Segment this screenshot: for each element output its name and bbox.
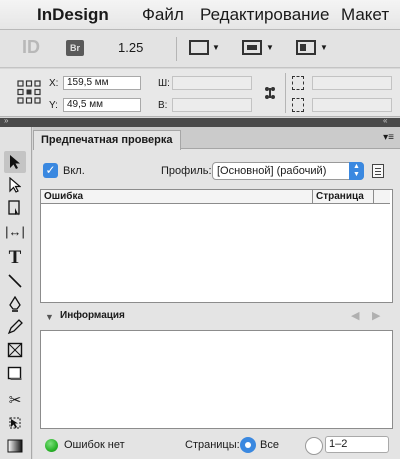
panel-menu-icon[interactable]: ▾≡: [383, 132, 394, 143]
divider: [285, 73, 286, 113]
line-tool-icon[interactable]: [4, 270, 26, 292]
preflight-panel: Предпечатная проверка ▾≡ ✓ Вкл. Профиль:…: [33, 127, 400, 459]
screen-mode-icon[interactable]: [242, 40, 262, 55]
scissors-tool-icon[interactable]: ✂: [4, 389, 26, 411]
x-label: X:: [49, 78, 59, 89]
app-menu[interactable]: InDesign: [37, 5, 109, 25]
info-box: [40, 330, 393, 429]
selection-tool-icon[interactable]: [4, 151, 26, 173]
next-arrow-icon[interactable]: ▶: [372, 309, 380, 322]
chevron-down-icon[interactable]: ▼: [212, 43, 220, 52]
tab-preflight[interactable]: Предпечатная проверка: [33, 130, 181, 150]
menu-edit[interactable]: Редактирование: [200, 5, 330, 25]
panel-tab-bar: Предпечатная проверка ▾≡: [33, 127, 400, 150]
define-profiles-icon[interactable]: [372, 164, 384, 178]
select-arrows-icon: ▲ ▼: [349, 162, 364, 180]
column-page[interactable]: Страница: [316, 191, 364, 202]
scale-x-icon: [292, 76, 304, 90]
pages-range-radio[interactable]: [305, 437, 323, 455]
status-text: Ошибок нет: [64, 439, 125, 451]
scale-y-field[interactable]: [312, 98, 392, 112]
collapse-arrows-icon[interactable]: »: [4, 116, 8, 125]
y-label: Y:: [49, 100, 58, 111]
constrain-proportions-icon[interactable]: [263, 86, 277, 100]
profile-select-value: [Основной] (рабочий): [217, 165, 327, 177]
scale-x-field[interactable]: [312, 76, 392, 90]
indesign-logo-icon: ID: [22, 37, 40, 57]
menu-bar: InDesign Файл Редактирование Макет: [0, 0, 400, 30]
profile-label: Профиль:: [161, 165, 212, 177]
height-field[interactable]: [172, 98, 252, 112]
width-label: Ш:: [158, 78, 170, 89]
x-field[interactable]: 159,5 мм: [63, 76, 141, 90]
reference-point-icon[interactable]: [17, 80, 41, 104]
chevron-down-icon[interactable]: ▼: [320, 43, 328, 52]
chevron-down-icon[interactable]: ▼: [266, 43, 274, 52]
height-label: В:: [158, 100, 168, 111]
width-field[interactable]: [172, 76, 252, 90]
enable-checkbox[interactable]: ✓: [43, 163, 58, 178]
pages-all-label: Все: [260, 439, 279, 451]
rectangle-tool-icon[interactable]: [4, 362, 26, 384]
disclosure-triangle-icon[interactable]: ▼: [45, 312, 54, 322]
gradient-swatch-tool-icon[interactable]: [4, 435, 26, 457]
view-options-icon[interactable]: [189, 40, 209, 55]
status-indicator-icon: [45, 439, 58, 452]
direct-selection-tool-icon[interactable]: [4, 174, 26, 196]
scale-y-icon: [292, 98, 304, 112]
collapse-arrows-icon[interactable]: «: [383, 116, 387, 125]
error-list[interactable]: Ошибка Страница: [40, 189, 393, 303]
enable-label: Вкл.: [63, 165, 85, 177]
y-field[interactable]: 49,5 мм: [63, 98, 141, 112]
column-divider: [312, 190, 313, 204]
control-panel: X: 159,5 мм Y: 49,5 мм Ш: В:: [0, 69, 400, 117]
pages-range-field[interactable]: 1–2: [325, 436, 389, 453]
application-bar: ID Br 1.25 ▼ ▼ ▼: [0, 30, 400, 68]
gap-tool-icon[interactable]: |↔|: [4, 220, 26, 242]
arrange-documents-icon[interactable]: [296, 40, 316, 55]
page-tool-icon[interactable]: [4, 197, 26, 219]
column-error[interactable]: Ошибка: [44, 191, 83, 202]
menu-file[interactable]: Файл: [142, 5, 184, 25]
free-transform-tool-icon[interactable]: [4, 412, 26, 434]
tools-panel: |↔| T ✂: [0, 127, 32, 459]
pages-label: Страницы:: [185, 439, 240, 451]
previous-arrow-icon[interactable]: ◀: [351, 309, 359, 322]
zoom-level[interactable]: 1.25: [118, 40, 143, 55]
profile-select[interactable]: [Основной] (рабочий) ▲ ▼: [212, 162, 364, 180]
column-divider: [373, 190, 374, 204]
divider: [176, 37, 177, 61]
menu-layout[interactable]: Макет: [341, 5, 389, 25]
info-label: Информация: [60, 310, 125, 321]
type-tool-icon[interactable]: T: [4, 247, 26, 269]
error-list-header: Ошибка Страница: [41, 190, 390, 204]
panel-dock-strip: » «: [0, 116, 400, 127]
bridge-icon[interactable]: Br: [66, 40, 84, 56]
pencil-tool-icon[interactable]: [4, 316, 26, 338]
pen-tool-icon[interactable]: [4, 293, 26, 315]
pages-all-radio[interactable]: [240, 437, 256, 453]
rectangle-frame-tool-icon[interactable]: [4, 339, 26, 361]
